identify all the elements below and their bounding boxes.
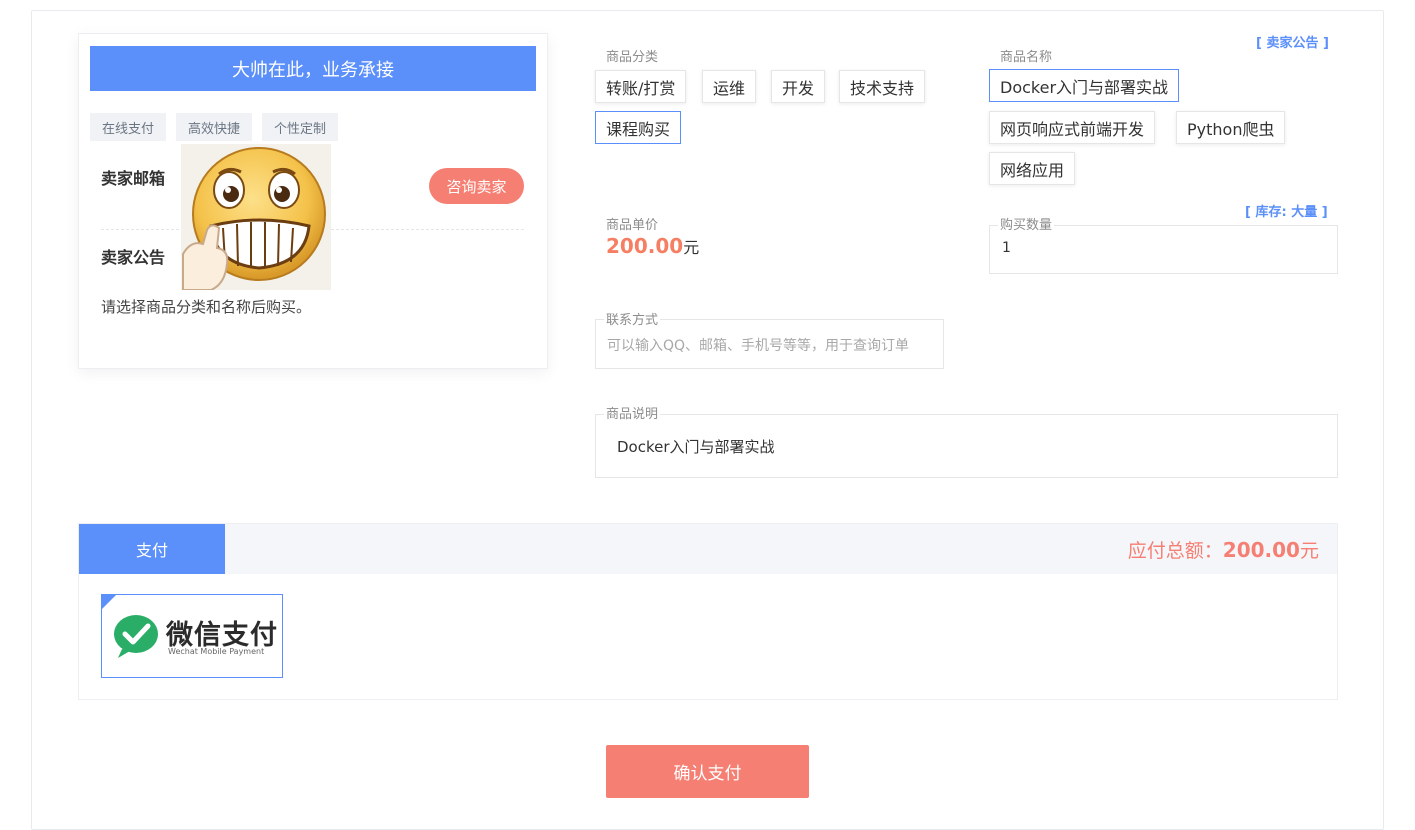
description-box: Docker入门与部署实战 [595,414,1338,478]
wechat-logo-icon [114,615,158,658]
seller-notice-text: 请选择商品分类和名称后购买。 [101,298,312,316]
price-value: 200.00元 [606,234,700,258]
payment-panel: 支付 应付总额：200.00元 微信支付 Wechat Mobile Payme… [78,523,1338,700]
product-chip-python[interactable]: Python爬虫 [1176,111,1286,144]
seller-notice-label: 卖家公告 [101,248,166,267]
category-chip-dev[interactable]: 开发 [771,70,826,103]
consult-seller-button[interactable]: 咨询卖家 [429,168,524,204]
tag-custom: 个性定制 [262,113,339,141]
category-chip-ops[interactable]: 运维 [702,70,757,103]
category-chip-support[interactable]: 技术支持 [839,70,926,103]
category-chip-course[interactable]: 课程购买 [595,111,682,144]
tag-online-pay: 在线支付 [90,113,167,141]
price-label: 商品单价 [604,214,661,233]
seller-card: 大帅在此，业务承接 在线支付 高效快捷 个性定制 卖家邮箱 咨询卖家 卖家公告 … [78,33,548,369]
contact-placeholder: 可以输入QQ、邮箱、手机号等等，用于查询订单 [607,338,910,354]
description-label: 商品说明 [604,403,661,422]
wechat-pay-option[interactable]: 微信支付 Wechat Mobile Payment [101,594,283,678]
confirm-pay-button[interactable]: 确认支付 [606,745,809,798]
product-chip-docker[interactable]: Docker入门与部署实战 [989,69,1180,102]
category-label: 商品分类 [604,46,661,65]
selected-corner-icon [102,595,116,609]
seller-notice-link[interactable]: [ 卖家公告 ] [1256,32,1329,51]
seller-tags: 在线支付 高效快捷 个性定制 [90,113,339,141]
wechat-pay-subtitle: Wechat Mobile Payment [168,647,265,656]
quantity-label: 购买数量 [998,214,1055,233]
contact-label: 联系方式 [604,309,661,328]
total-amount: 应付总额：200.00元 [1127,538,1319,562]
product-label: 商品名称 [998,46,1055,65]
product-chip-network[interactable]: 网络应用 [989,152,1076,185]
category-chip-transfer[interactable]: 转账/打赏 [595,70,687,103]
stock-indicator: [ 库存: 大量 ] [1245,205,1328,220]
grinning-thumbs-up-emoji-icon [181,144,331,290]
product-chip-responsive[interactable]: 网页响应式前端开发 [989,111,1156,144]
tab-payment[interactable]: 支付 [79,524,225,574]
tag-fast: 高效快捷 [176,113,253,141]
seller-header: 大帅在此，业务承接 [90,46,536,91]
payment-bar: 支付 应付总额：200.00元 [79,524,1337,574]
seller-email-label: 卖家邮箱 [101,169,166,188]
